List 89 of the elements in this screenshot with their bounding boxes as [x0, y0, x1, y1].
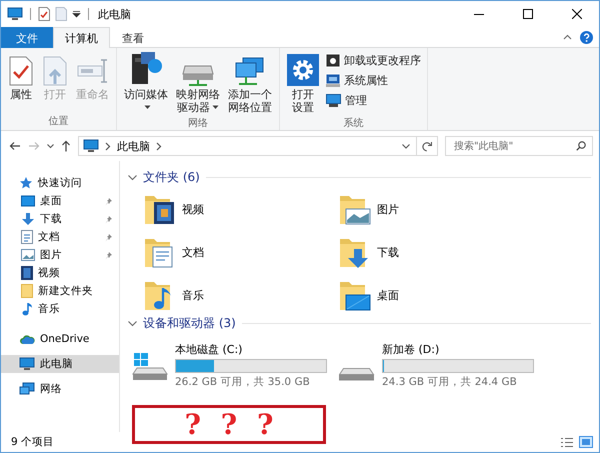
drive-icon — [339, 368, 375, 380]
item-count: 9 个项目 — [11, 435, 56, 449]
ribbon-button[interactable]: 添加一个网络位置 — [225, 50, 275, 116]
music-note-icon — [21, 302, 33, 316]
pin-icon[interactable] — [105, 232, 113, 242]
sidebar-item[interactable]: 图片 — [1, 246, 119, 264]
network-icon — [19, 382, 35, 396]
ribbon-tab[interactable]: 查看 — [110, 27, 156, 48]
folder-name[interactable]: 文档 — [182, 244, 204, 260]
maximize-icon[interactable] — [523, 9, 533, 19]
ribbon-button[interactable]: 系统属性 — [324, 72, 423, 89]
document-arrow-icon — [42, 56, 68, 86]
system-properties-icon — [326, 74, 340, 87]
ribbon-button[interactable]: 访问媒体 — [121, 50, 171, 116]
sidebar-item[interactable]: OneDrive — [1, 330, 119, 348]
ribbon-button[interactable]: 属性 — [5, 50, 37, 114]
desktop-icon — [21, 195, 35, 207]
ribbon-group-label: 网络 — [187, 117, 209, 131]
cloud-icon — [19, 334, 35, 344]
folder-name[interactable]: 下载 — [377, 244, 399, 260]
sidebar-item[interactable]: 桌面 — [1, 192, 119, 210]
close-icon[interactable] — [572, 9, 582, 19]
checkmark-document-icon[interactable] — [38, 7, 50, 21]
drive-space-text: 24.3 GB 可用，共 24.4 GB — [382, 375, 518, 389]
sidebar-item[interactable]: 快速访问 — [1, 174, 119, 192]
caret-icon — [144, 105, 150, 110]
ribbon-group-label: 系统 — [342, 116, 364, 131]
media-server-icon — [129, 50, 163, 86]
question-marks-annotation: ? ? ? — [132, 405, 326, 444]
expanded-chevron-icon[interactable] — [128, 174, 137, 180]
sidebar-item[interactable]: 音乐 — [1, 300, 119, 318]
folder-name[interactable]: 桌面 — [377, 288, 399, 302]
large-icons-view-icon[interactable] — [579, 436, 593, 448]
ribbon-button[interactable]: 卸载或更改程序 — [324, 52, 423, 69]
sidebar-item[interactable]: 下载 — [1, 210, 119, 228]
download-arrow-icon — [21, 212, 35, 226]
address-bar[interactable]: 此电脑 — [78, 136, 438, 156]
refresh-icon[interactable] — [422, 140, 432, 152]
film-icon — [21, 266, 33, 280]
folder-icon — [21, 284, 33, 298]
star-icon — [19, 176, 33, 190]
system-drive-icon — [132, 350, 170, 380]
chevron-right-icon — [105, 142, 111, 150]
folder-name[interactable]: 图片 — [377, 202, 399, 216]
up-arrow-icon[interactable] — [61, 140, 71, 152]
pin-icon[interactable] — [105, 196, 113, 206]
pin-icon[interactable] — [105, 214, 113, 224]
back-arrow-icon[interactable] — [9, 141, 21, 151]
program-icon — [326, 54, 340, 67]
picture-icon — [21, 249, 35, 261]
ribbon-group-label: 位置 — [48, 114, 70, 129]
dropdown-arrow-icon[interactable] — [72, 10, 81, 18]
pin-icon[interactable] — [105, 250, 113, 260]
sidebar-item[interactable]: 网络 — [1, 380, 119, 398]
ribbon-button[interactable]: 映射网络驱动器 — [173, 50, 223, 116]
document-icon — [21, 230, 33, 244]
section-header[interactable]: 设备和驱动器 (3) — [143, 315, 236, 332]
recent-locations-caret-icon[interactable] — [47, 144, 54, 148]
address-breadcrumb[interactable]: 此电脑 — [117, 138, 150, 154]
folder-name[interactable]: 音乐 — [182, 288, 204, 302]
ribbon-tab[interactable]: 文件 — [1, 27, 53, 48]
details-view-icon[interactable] — [561, 436, 573, 448]
computer-icon[interactable] — [7, 7, 23, 21]
address-history-caret-icon[interactable] — [402, 144, 410, 148]
computer-icon — [83, 139, 99, 153]
computer-management-icon — [326, 94, 341, 107]
settings-icon — [287, 54, 319, 86]
sidebar-item[interactable]: 此电脑 — [1, 355, 119, 373]
ribbon-button[interactable]: 打开设置 — [284, 50, 322, 116]
chevron-right-icon[interactable] — [156, 142, 162, 150]
ribbon-button[interactable]: 管理 — [324, 92, 423, 109]
search-field[interactable]: 搜索"此电脑" — [445, 136, 593, 156]
ribbon-tab[interactable]: 计算机 — [53, 27, 110, 48]
folder-name[interactable]: 视频 — [182, 202, 204, 216]
caret-icon — [212, 105, 219, 110]
drive-space-text: 26.2 GB 可用，共 35.0 GB — [175, 375, 311, 389]
sidebar-item[interactable]: 文档 — [1, 228, 119, 246]
window-title: 此电脑 — [98, 6, 132, 22]
collapse-ribbon-icon[interactable] — [563, 34, 572, 40]
checkmark-document-icon — [8, 56, 34, 86]
drive-name[interactable]: 本地磁盘 (C:) — [175, 342, 327, 357]
sidebar-item[interactable]: 新建文件夹 — [1, 282, 119, 300]
search-icon — [576, 141, 586, 151]
sidebar-item[interactable]: 视频 — [1, 264, 119, 282]
drive-name[interactable]: 新加卷 (D:) — [382, 342, 534, 357]
help-icon[interactable] — [580, 30, 593, 44]
section-header[interactable]: 文件夹 (6) — [143, 169, 200, 186]
computer-icon — [19, 357, 35, 371]
expanded-chevron-icon[interactable] — [128, 320, 137, 326]
